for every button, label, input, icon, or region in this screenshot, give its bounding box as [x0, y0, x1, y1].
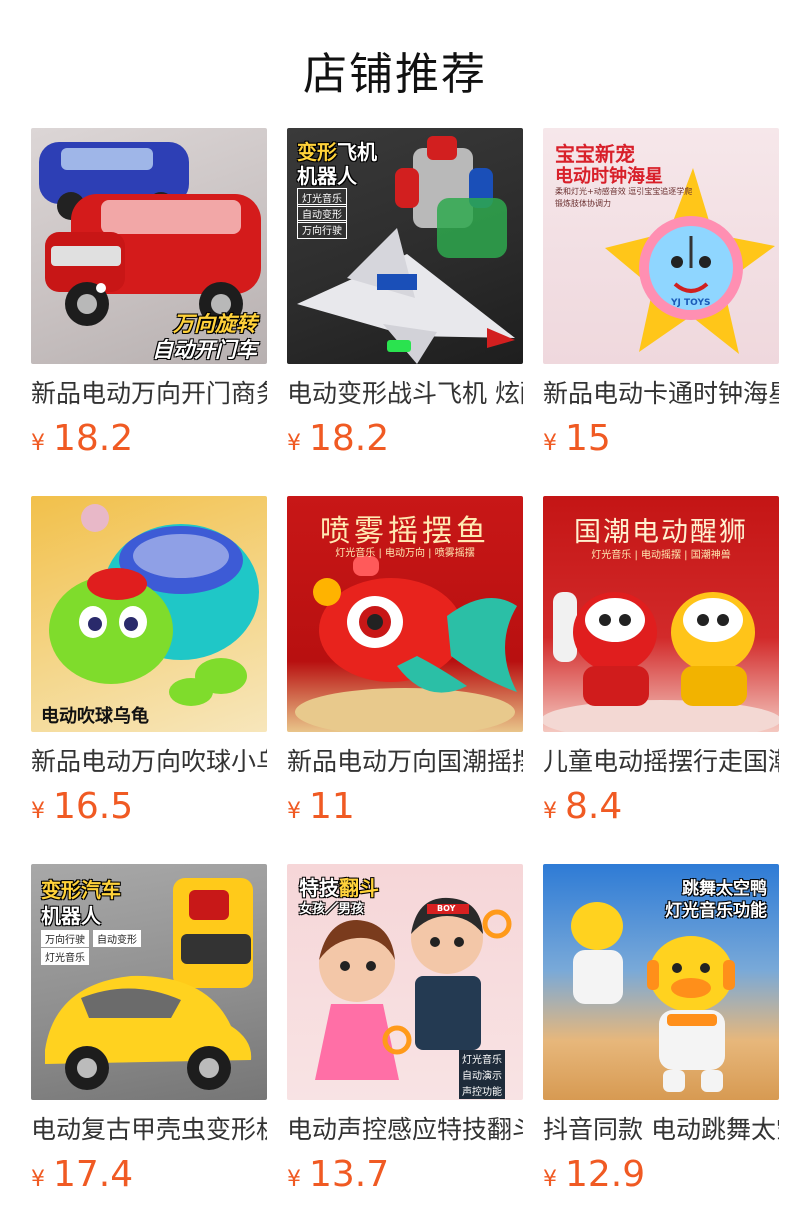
product-price: ¥ 18.2 [287, 418, 523, 464]
product-image-turtle[interactable]: 电动吹球乌龟 [31, 496, 267, 732]
image-caption: 变形汽车 [41, 878, 121, 902]
product-price: ¥ 17.4 [31, 1154, 267, 1200]
product-name[interactable]: 新品电动万向开门商务车 [31, 376, 267, 412]
price-value: 18.2 [309, 418, 390, 459]
product-card[interactable]: 变形汽车 机器人 万向行驶 自动变形 灯光音乐 电动复古甲壳虫变形机器人 ¥ 1… [31, 864, 267, 1200]
image-caption: 国潮电动醒狮 [574, 517, 748, 548]
product-card[interactable]: 万向旋转 自动开门车 新品电动万向开门商务车 ¥ 18.2 [31, 128, 267, 464]
product-image-lion-dance[interactable]: 国潮电动醒狮 灯光音乐 | 电动摇摆 | 国潮神兽 [543, 496, 779, 732]
currency-symbol: ¥ [31, 1167, 45, 1192]
product-name[interactable]: 新品电动卡通时钟海星 [543, 376, 779, 412]
product-image-beetle-robot[interactable]: 变形汽车 机器人 万向行驶 自动变形 灯光音乐 [31, 864, 267, 1100]
price-value: 15 [565, 418, 611, 459]
feature-tag: 万向行驶 [297, 220, 347, 239]
product-card[interactable]: 电动吹球乌龟 新品电动万向吹球小乌龟 ¥ 16.5 [31, 496, 267, 832]
product-image-starfish-clock[interactable]: 宝宝新宠 电动时钟海星 柔和灯光+动感音效 逗引宝宝追逐学爬 锻炼肢体协调力 Y… [543, 128, 779, 364]
product-price: ¥ 15 [543, 418, 779, 464]
product-price: ¥ 13.7 [287, 1154, 523, 1200]
feature-tag: 自动变形 [93, 930, 141, 947]
price-value: 18.2 [53, 418, 134, 459]
product-card[interactable]: 国潮电动醒狮 灯光音乐 | 电动摇摆 | 国潮神兽 儿童电动摇摆行走国潮醒狮 ¥… [543, 496, 779, 832]
product-image-fish[interactable]: 喷雾摇摆鱼 灯光音乐 | 电动万向 | 喷雾摇摆 [287, 496, 523, 732]
page-title: 店铺推荐 [303, 49, 487, 100]
image-caption: 特技翻斗 [299, 872, 379, 901]
product-price: ¥ 16.5 [31, 786, 267, 832]
image-caption: 灯光音乐功能 [665, 901, 767, 921]
image-subcaption: 女孩／男孩 [299, 902, 365, 917]
image-subcaption: 柔和灯光+动感音效 逗引宝宝追逐学爬 [555, 187, 693, 196]
product-name[interactable]: 电动复古甲壳虫变形机器人 [31, 1112, 267, 1148]
image-caption: 自动开门车 [152, 338, 257, 362]
product-image-fighter-jet[interactable]: 变形飞机 机器人 灯光音乐 自动变形 万向行驶 [287, 128, 523, 364]
shirt-badge: BOY [437, 904, 456, 913]
feature-tag: 自动演示 [459, 1066, 505, 1083]
image-subcaption: 锻炼肢体协调力 [555, 199, 611, 208]
caption-text: 特技 [299, 876, 339, 900]
price-value: 8.4 [565, 786, 623, 827]
product-price: ¥ 8.4 [543, 786, 779, 832]
product-name[interactable]: 抖音同款 电动跳舞太空鸭 [543, 1112, 779, 1148]
feature-tag: 声控功能 [459, 1082, 505, 1099]
product-card[interactable]: 跳舞太空鸭 灯光音乐功能 抖音同款 电动跳舞太空鸭 ¥ 12.9 [543, 864, 779, 1200]
product-card[interactable]: 变形飞机 机器人 灯光音乐 自动变形 万向行驶 电动变形战斗飞机 炫酷 ¥ 18… [287, 128, 523, 464]
price-value: 16.5 [53, 786, 134, 827]
image-caption: 电动吹球乌龟 [41, 706, 149, 727]
price-value: 13.7 [309, 1154, 390, 1195]
product-card[interactable]: 喷雾摇摆鱼 灯光音乐 | 电动万向 | 喷雾摇摆 新品电动万向国潮摇摆鱼 ¥ 1… [287, 496, 523, 832]
product-price: ¥ 11 [287, 786, 523, 832]
product-name[interactable]: 儿童电动摇摆行走国潮醒狮 [543, 744, 779, 780]
product-name[interactable]: 电动声控感应特技翻斗娃娃 [287, 1112, 523, 1148]
currency-symbol: ¥ [31, 799, 45, 824]
product-price: ¥ 18.2 [31, 418, 267, 464]
image-subcaption: 灯光音乐 | 电动摇摆 | 国潮神兽 [591, 550, 731, 561]
caption-highlight: 翻斗 [339, 876, 379, 900]
currency-symbol: ¥ [543, 431, 557, 456]
brand-logo: YJ TOYS [671, 298, 711, 308]
currency-symbol: ¥ [287, 1167, 301, 1192]
product-card[interactable]: 宝宝新宠 电动时钟海星 柔和灯光+动感音效 逗引宝宝追逐学爬 锻炼肢体协调力 Y… [543, 128, 779, 464]
product-name[interactable]: 新品电动万向吹球小乌龟 [31, 744, 267, 780]
price-value: 11 [309, 786, 355, 827]
feature-tag: 灯光音乐 [459, 1050, 505, 1067]
turtle-illustration [49, 504, 259, 706]
product-price: ¥ 12.9 [543, 1154, 779, 1200]
currency-symbol: ¥ [31, 431, 45, 456]
product-image-space-duck[interactable]: 跳舞太空鸭 灯光音乐功能 [543, 864, 779, 1100]
product-image-minivan[interactable]: 万向旋转 自动开门车 [31, 128, 267, 364]
product-name[interactable]: 新品电动万向国潮摇摆鱼 [287, 744, 523, 780]
feature-tag: 灯光音乐 [41, 948, 89, 965]
product-card[interactable]: 特技翻斗 女孩／男孩 BOY 灯光音乐 自动演示 声控功能 电动声控感应特技翻斗… [287, 864, 523, 1200]
image-caption: 电动时钟海星 [555, 166, 663, 187]
product-name[interactable]: 电动变形战斗飞机 炫酷 [287, 376, 523, 412]
image-subcaption: 灯光音乐 | 电动万向 | 喷雾摇摆 [335, 548, 475, 559]
price-value: 12.9 [565, 1154, 646, 1195]
product-image-flip-dolls[interactable]: 特技翻斗 女孩／男孩 BOY 灯光音乐 自动演示 声控功能 [287, 864, 523, 1100]
currency-symbol: ¥ [543, 1167, 557, 1192]
image-caption: 机器人 [297, 164, 357, 188]
currency-symbol: ¥ [287, 799, 301, 824]
currency-symbol: ¥ [543, 799, 557, 824]
currency-symbol: ¥ [287, 431, 301, 456]
image-caption: 机器人 [41, 904, 101, 928]
price-value: 17.4 [53, 1154, 134, 1195]
feature-tag: 万向行驶 [41, 930, 89, 947]
